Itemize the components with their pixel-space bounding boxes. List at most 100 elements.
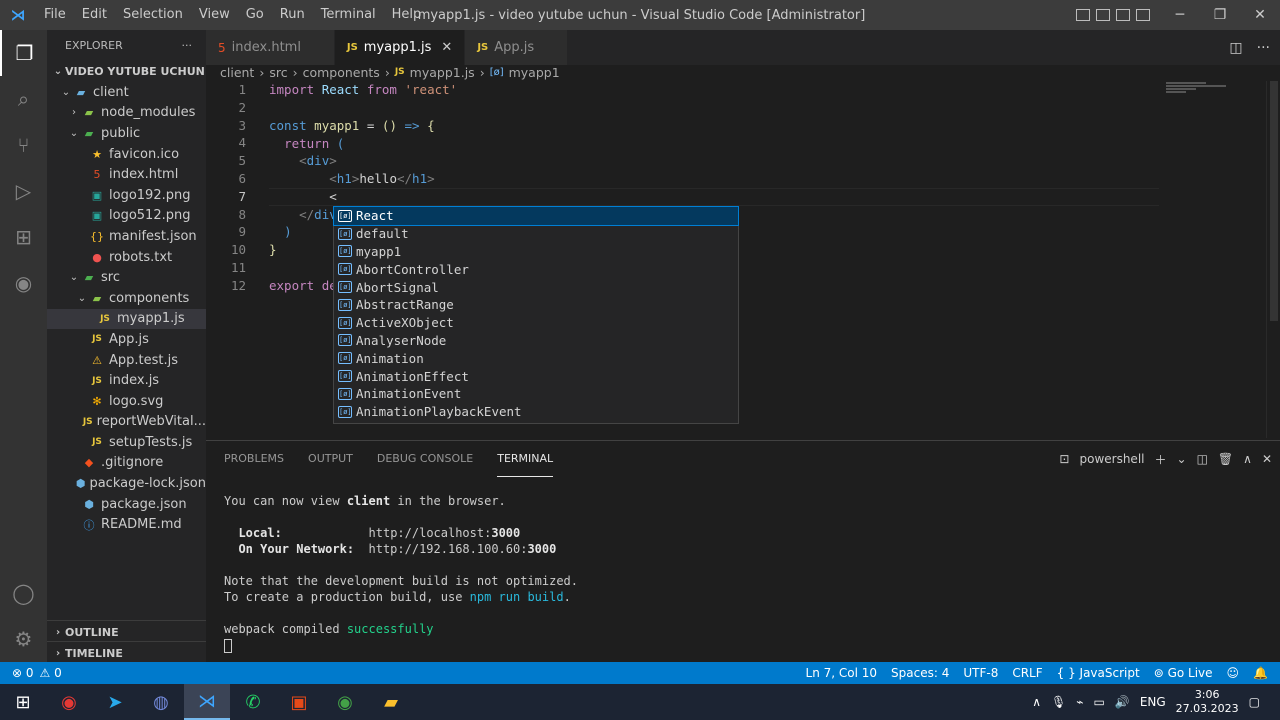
tree-item[interactable]: JS setupTests.js [47, 432, 206, 453]
timeline-section[interactable]: › TIMELINE [47, 641, 206, 664]
suggestion-item[interactable]: [ø] AnimationEvent [334, 385, 738, 403]
tree-item[interactable]: ▣ logo512.png [47, 206, 206, 227]
tree-item[interactable]: JS myapp1.js [47, 308, 206, 330]
tree-item[interactable]: › ▰ node_modules [47, 103, 206, 124]
kill-terminal-icon[interactable]: 🗑 [1218, 452, 1233, 466]
tab-index-html[interactable]: 5 index.html ✕ [206, 30, 335, 65]
menu-terminal[interactable]: Terminal [313, 0, 384, 30]
chrome-icon[interactable]: ◉ [322, 684, 368, 720]
close-panel-icon[interactable]: ✕ [1262, 452, 1272, 466]
warning-count[interactable]: ⚠ 0 [40, 666, 62, 680]
editor-scrollbar[interactable] [1266, 81, 1280, 438]
more-actions-icon[interactable]: ··· [1257, 40, 1270, 56]
new-terminal-icon[interactable]: ＋ [1154, 451, 1166, 468]
suggestion-item[interactable]: [ø] default [334, 225, 738, 243]
breadcrumb-item[interactable]: src [269, 65, 287, 80]
tree-item[interactable]: JS index.js [47, 370, 206, 391]
maximize-panel-icon[interactable]: ∧ [1243, 452, 1252, 466]
toggle-secondary-sidebar-icon[interactable] [1116, 9, 1130, 21]
go-live-button[interactable]: ⊚ Go Live [1154, 666, 1213, 680]
minimap[interactable] [1166, 81, 1266, 111]
split-terminal-icon[interactable]: ◫ [1197, 452, 1208, 466]
breadcrumb-item[interactable]: myapp1.js [410, 65, 475, 80]
tree-item[interactable]: ★ favicon.ico [47, 144, 206, 165]
tab-debug-console[interactable]: DEBUG CONSOLE [377, 441, 473, 477]
office-icon[interactable]: ▣ [276, 684, 322, 720]
split-editor-icon[interactable]: ◫ [1229, 40, 1242, 56]
search-icon[interactable]: ⌕ [0, 76, 47, 122]
tab-app-js[interactable]: JS App.js ✕ [465, 30, 569, 65]
tree-item[interactable]: JS App.js [47, 329, 206, 350]
breadcrumb-item[interactable]: myapp1 [509, 65, 560, 80]
network-icon[interactable]: ⌁ [1076, 695, 1083, 709]
encoding[interactable]: UTF-8 [963, 666, 998, 680]
terminal-output[interactable]: You can now view client in the browser. … [224, 493, 578, 653]
tree-item[interactable]: ▣ logo192.png [47, 185, 206, 206]
tree-item[interactable]: ⬢ package.json [47, 494, 206, 515]
settings-gear-icon[interactable]: ⚙ [0, 616, 47, 662]
shell-name[interactable]: powershell [1079, 452, 1144, 466]
battery-icon[interactable]: ▭ [1094, 695, 1105, 709]
discord-icon[interactable]: ◍ [138, 684, 184, 720]
suggestion-item[interactable]: [ø] AnalyserNode [334, 332, 738, 350]
notification-center-icon[interactable]: ▢ [1249, 695, 1260, 709]
suggestion-item[interactable]: [ø] AbstractRange [334, 296, 738, 314]
windows-start-icon[interactable]: ⊞ [0, 684, 46, 720]
tree-item[interactable]: 5 index.html [47, 164, 206, 185]
menu-view[interactable]: View [191, 0, 238, 30]
tree-item[interactable]: {} manifest.json [47, 226, 206, 247]
volume-icon[interactable]: 🔊 [1115, 695, 1130, 709]
breadcrumb-item[interactable]: components [303, 65, 380, 80]
breadcrumb-item[interactable]: client [220, 65, 254, 80]
customize-layout-icon[interactable] [1136, 9, 1150, 21]
menu-go[interactable]: Go [238, 0, 272, 30]
menu-file[interactable]: File [36, 0, 74, 30]
chevron-down-icon[interactable]: ⌄ [1177, 452, 1187, 466]
menu-selection[interactable]: Selection [115, 0, 191, 30]
suggestion-item[interactable]: [ø] AbortController [334, 260, 738, 278]
file-explorer-icon[interactable]: ▰ [368, 684, 414, 720]
account-icon[interactable]: ◯ [0, 570, 47, 616]
source-control-icon[interactable]: ⑂ [0, 122, 47, 168]
tree-item[interactable]: ⚠ App.test.js [47, 350, 206, 371]
close-tab-icon[interactable]: ✕ [441, 40, 452, 55]
clock[interactable]: 3:06 27.03.2023 [1176, 688, 1239, 716]
microphone-icon[interactable]: 🎙 [1051, 695, 1066, 709]
tree-item[interactable]: JS reportWebVital... [47, 412, 206, 433]
remote-explorer-icon[interactable]: ◉ [0, 260, 47, 306]
end-of-line[interactable]: CRLF [1012, 666, 1042, 680]
tab-output[interactable]: OUTPUT [308, 441, 353, 477]
workspace-root[interactable]: ⌄ VIDEO YUTUBE UCHUN [47, 60, 206, 82]
menu-edit[interactable]: Edit [74, 0, 115, 30]
suggestion-item[interactable]: [ø] AnimationEffect [334, 367, 738, 385]
tree-item[interactable]: ⓘ README.md [47, 514, 206, 535]
outline-section[interactable]: › OUTLINE [47, 620, 206, 643]
suggestion-item[interactable]: [ø] Animation [334, 349, 738, 367]
explorer-icon[interactable]: ❐ [0, 30, 47, 76]
error-count[interactable]: ⊗ 0 [12, 666, 34, 680]
tree-item[interactable]: ⬢ package-lock.json [47, 473, 206, 494]
tab-myapp1-js[interactable]: JS myapp1.js ✕ [334, 30, 466, 65]
explorer-more-icon[interactable]: ··· [182, 39, 193, 52]
feedback-icon[interactable]: ☺ [1227, 666, 1240, 680]
suggestion-item[interactable]: [ø] React [333, 206, 739, 226]
tree-item[interactable]: ⌄ ▰ src [47, 267, 206, 288]
extensions-icon[interactable]: ⊞ [0, 214, 47, 260]
telegram-icon[interactable]: ➤ [92, 684, 138, 720]
cursor-position[interactable]: Ln 7, Col 10 [806, 666, 878, 680]
notifications-bell-icon[interactable]: 🔔 [1253, 666, 1268, 680]
suggestion-item[interactable]: [ø] AnimationPlaybackEvent [334, 403, 738, 421]
tab-problems[interactable]: PROBLEMS [224, 441, 284, 477]
chrome-icon[interactable]: ◉ [46, 684, 92, 720]
suggestion-item[interactable]: [ø] ActiveXObject [334, 314, 738, 332]
chevron-up-icon[interactable]: ∧ [1032, 695, 1041, 709]
menu-run[interactable]: Run [272, 0, 313, 30]
language-mode[interactable]: { } JavaScript [1057, 666, 1140, 680]
menu-help[interactable]: Help [384, 0, 430, 30]
close-window-icon[interactable]: ✕ [1240, 0, 1280, 30]
minimize-icon[interactable]: ─ [1160, 0, 1200, 30]
tree-item[interactable]: ⌄ ▰ public [47, 123, 206, 144]
tree-item[interactable]: ✻ logo.svg [47, 391, 206, 412]
toggle-sidebar-icon[interactable] [1076, 9, 1090, 21]
vscode-taskbar-icon[interactable]: ⋊ [184, 684, 230, 720]
